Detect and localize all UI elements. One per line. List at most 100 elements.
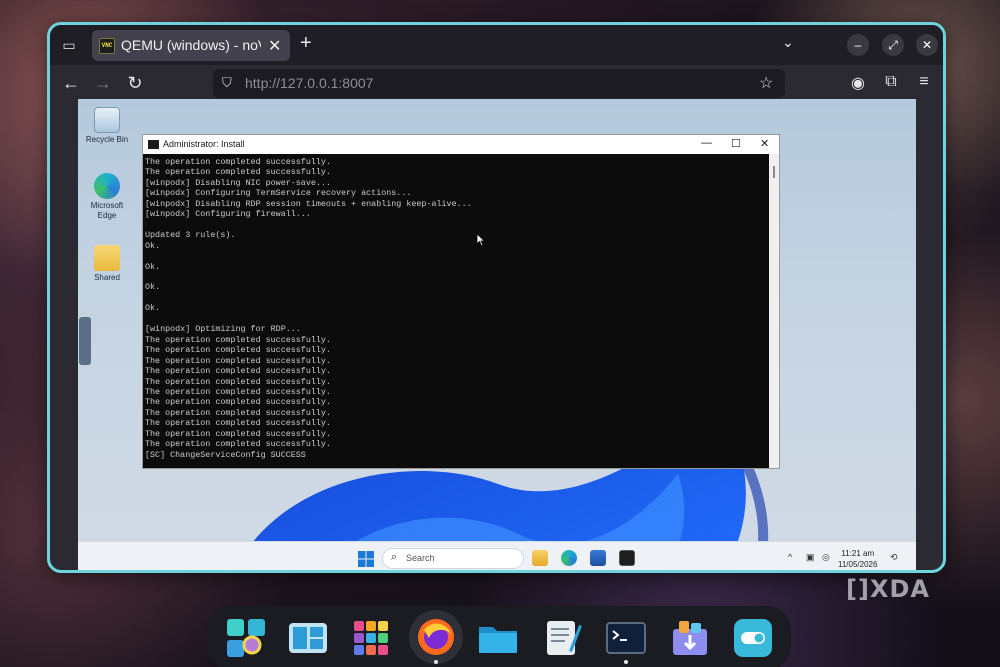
tab-close-icon[interactable]: ✕ — [268, 36, 281, 56]
vnc-favicon-icon: VNC — [99, 38, 115, 54]
cmd-output-line: Ok. — [145, 240, 161, 251]
tab-title: QEMU (windows) - noVNC — [121, 37, 261, 53]
cmd-output-line: [SC] ChangeServiceConfig SUCCESS — [145, 449, 306, 460]
reload-icon[interactable]: ↻ — [124, 73, 146, 94]
cmd-window[interactable]: Administrator: Install — ☐ ✕ The operati… — [142, 134, 780, 469]
cmd-output-line: The operation completed successfully. — [145, 334, 331, 345]
cmd-output-line: Ok. — [145, 282, 161, 293]
tab-list-icon[interactable]: ▭ — [60, 36, 78, 54]
close-window-button[interactable]: ✕ — [916, 34, 938, 56]
cmd-output-line: [winpodx] Configuring firewall... — [145, 209, 311, 220]
network-icon[interactable]: ▣ — [806, 552, 815, 563]
cmd-output-line: The operation completed successfully. — [145, 355, 331, 366]
cmd-app-icon — [148, 140, 159, 149]
files-icon[interactable] — [475, 615, 521, 661]
taskbar-clock[interactable]: 11:21 am 11/05/2026 — [838, 548, 877, 570]
cmd-output-line: The operation completed successfully. — [145, 167, 331, 178]
cmd-maximize-button[interactable]: ☐ — [731, 137, 741, 150]
firefox-running-indicator — [434, 660, 438, 664]
tab-bar: ▭ VNC QEMU (windows) - noVNC ✕ + ⌄ – ⤢ ✕ — [50, 25, 943, 65]
firefox-icon[interactable] — [409, 610, 463, 664]
cmd-output-line: [winpodx] Disabling RDP session timeouts… — [145, 198, 472, 209]
terminal-icon[interactable] — [603, 615, 649, 661]
recycle-bin-icon — [94, 107, 120, 133]
dock — [207, 606, 791, 667]
forward-icon[interactable]: → — [92, 73, 114, 94]
cmd-output-line: The operation completed successfully. — [145, 366, 331, 377]
notification-icon[interactable]: ⟲ — [890, 552, 898, 563]
tab-qemu[interactable]: VNC QEMU (windows) - noVNC ✕ — [92, 30, 290, 61]
cmd-output-line — [145, 293, 769, 303]
menu-icon[interactable]: ≡ — [913, 73, 935, 91]
taskbar-date: 11/05/2026 — [838, 560, 878, 569]
cmd-output-line — [145, 272, 769, 282]
active-app-indicator — [624, 570, 630, 572]
cmd-close-button[interactable]: ✕ — [760, 137, 769, 150]
shield-icon[interactable]: ⛉ — [222, 75, 232, 91]
cmd-title: Administrator: Install — [163, 139, 245, 149]
app-grid-icon[interactable] — [348, 615, 394, 661]
cmd-output-line: The operation completed successfully. — [145, 157, 331, 167]
window-manager-icon[interactable] — [285, 615, 331, 661]
cmd-output-line: Ok. — [145, 303, 161, 314]
cmd-minimize-button[interactable]: — — [701, 137, 712, 149]
tray-chevron-up-icon[interactable]: ^ — [788, 552, 792, 562]
mouse-cursor-icon — [476, 233, 486, 247]
nav-bar: ← → ↻ ⛉ http://127.0.0.1:8007 ☆ ◉ ⧉ ≡ — [50, 65, 943, 101]
new-tab-icon[interactable]: + — [300, 32, 312, 55]
cmd-output-line: The operation completed successfully. — [145, 397, 331, 408]
windows-start-icon[interactable] — [358, 551, 374, 567]
url-text[interactable]: http://127.0.0.1:8007 — [245, 75, 373, 91]
volume-icon[interactable]: ◎ — [822, 552, 830, 563]
cmd-output-line: The operation completed successfully. — [145, 345, 331, 356]
cmd-output-line: [winpodx] Optimizing for RDP... — [145, 324, 301, 335]
browser-window: ▭ VNC QEMU (windows) - noVNC ✕ + ⌄ – ⤢ ✕… — [47, 22, 946, 573]
cmd-output-line: Ok. — [145, 261, 161, 272]
account-icon[interactable]: ◉ — [847, 73, 869, 93]
cmd-output-line: [winpodx] Disabling NIC power-save... — [145, 177, 331, 188]
taskbar-time: 11:21 am — [841, 549, 875, 558]
cmd-output-line: The operation completed successfully. — [145, 386, 331, 397]
back-icon[interactable]: ← — [60, 73, 82, 94]
file-explorer-icon[interactable] — [532, 550, 548, 566]
taskbar-search-placeholder: Search — [406, 553, 435, 563]
cmd-output-line: Updated 3 rule(s). — [145, 230, 236, 241]
store-icon[interactable] — [590, 550, 606, 566]
maximize-button[interactable]: ⤢ — [882, 34, 904, 56]
cmd-output-line — [145, 251, 769, 261]
edge-icon — [94, 173, 120, 199]
search-icon: ⌕ — [391, 551, 398, 563]
terminal-running-indicator — [624, 660, 628, 664]
desktop-icon-recycle-bin[interactable]: Recycle Bin — [82, 107, 132, 145]
cmd-title-bar[interactable]: Administrator: Install — ☐ ✕ — [143, 135, 779, 154]
toggle-settings-icon[interactable] — [730, 615, 776, 661]
cmd-output-line: The operation completed successfully. — [145, 418, 331, 429]
bookmark-star-icon[interactable]: ☆ — [759, 73, 773, 93]
windows-taskbar: ⌕ Search ^ ▣ ◎ 11:21 am 11/05/2026 ⟲ — [78, 541, 916, 572]
taskbar-cmd-icon[interactable] — [619, 550, 635, 566]
cmd-output-line: The operation completed successfully. — [145, 439, 331, 450]
cmd-output-line: The operation completed successfully. — [145, 376, 331, 387]
cmd-output-line — [145, 314, 769, 324]
cmd-output-line: The operation completed successfully. — [145, 407, 331, 418]
search-app-icon[interactable] — [223, 615, 269, 661]
vnc-canvas[interactable]: Recycle Bin Microsoft Edge Shared Admini… — [78, 99, 916, 572]
cmd-scroll-thumb[interactable] — [773, 166, 775, 178]
software-install-icon[interactable] — [667, 615, 713, 661]
chevron-down-icon[interactable]: ⌄ — [782, 34, 794, 51]
minimize-button[interactable]: – — [847, 34, 869, 56]
desktop-icon-edge[interactable]: Microsoft Edge — [82, 173, 132, 221]
text-editor-icon[interactable] — [539, 615, 585, 661]
cmd-scrollbar[interactable] — [769, 154, 779, 468]
extensions-icon[interactable]: ⧉ — [880, 73, 902, 91]
cmd-output-line — [145, 220, 769, 230]
cmd-output[interactable]: The operation completed successfully. The… — [145, 157, 769, 467]
url-bar[interactable]: ⛉ http://127.0.0.1:8007 ☆ — [213, 69, 785, 98]
desktop-icon-shared[interactable]: Shared — [82, 245, 132, 283]
cmd-output-line: [winpodx] Configuring TermService recove… — [145, 188, 412, 199]
xda-watermark: []XDA — [846, 575, 930, 603]
novnc-control-bar-handle[interactable] — [79, 317, 91, 365]
folder-icon — [94, 245, 120, 271]
taskbar-edge-icon[interactable] — [561, 550, 577, 566]
taskbar-search[interactable]: ⌕ Search — [382, 548, 524, 569]
